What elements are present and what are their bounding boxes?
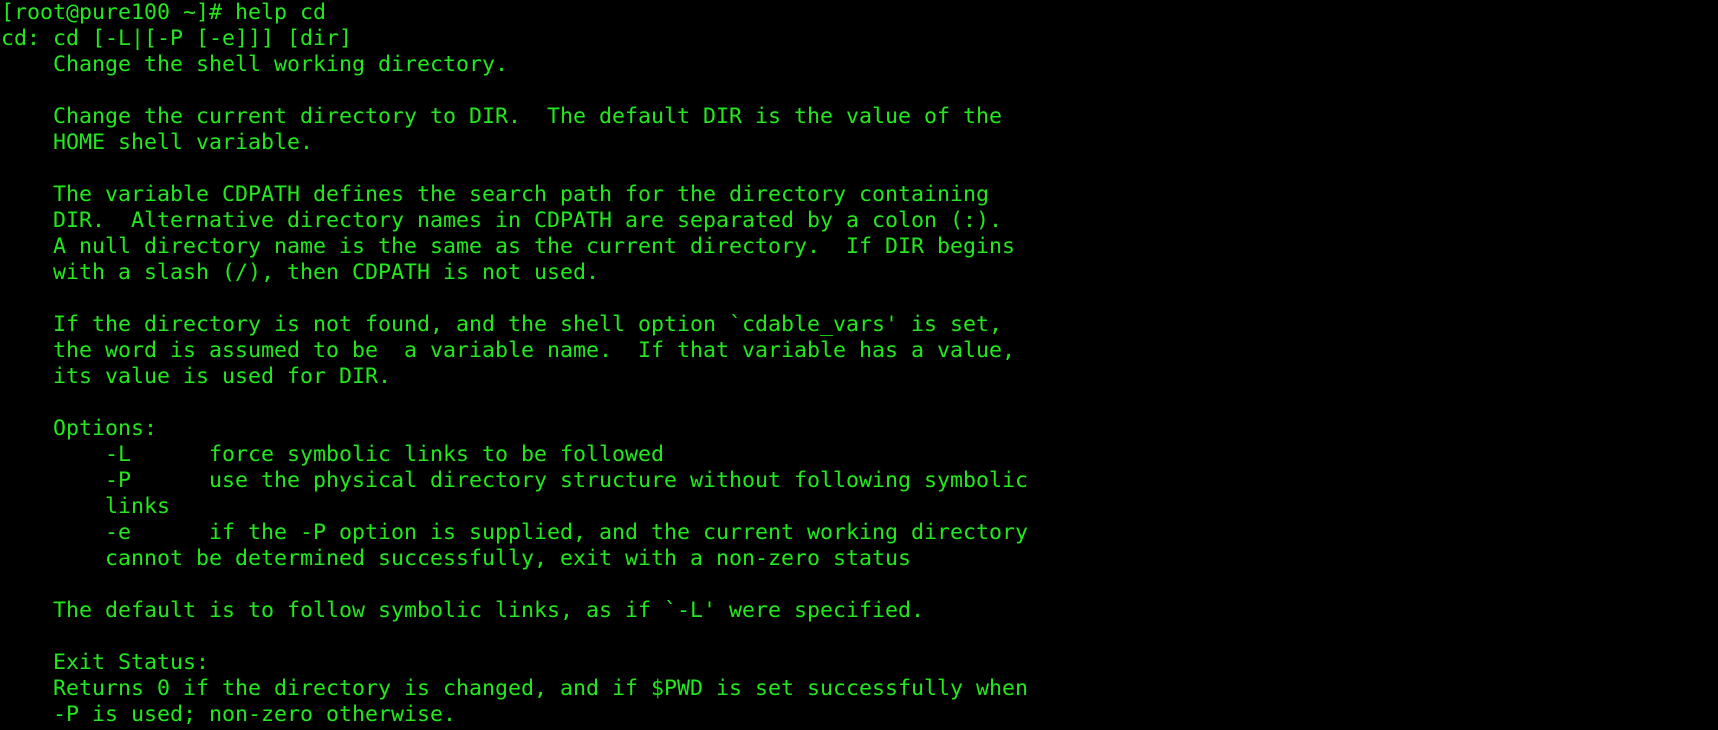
option-line: -L force symbolic links to be followed xyxy=(1,442,665,467)
option-line: links xyxy=(1,494,171,519)
help-text-line: Returns 0 if the directory is changed, a… xyxy=(1,676,1029,701)
option-line: -P use the physical directory structure … xyxy=(1,468,1029,493)
help-text-line: A null directory name is the same as the… xyxy=(1,234,1016,259)
terminal-window[interactable]: [root@pure100 ~]# help cd cd: cd [-L|[-P … xyxy=(0,0,1718,730)
help-text-line: HOME shell variable. xyxy=(1,130,314,155)
description-line: Change the shell working directory. xyxy=(1,52,509,77)
option-line: cannot be determined successfully, exit … xyxy=(1,546,912,571)
help-text-line: its value is used for DIR. xyxy=(1,364,392,389)
option-line: -e if the -P option is supplied, and the… xyxy=(1,520,1029,545)
usage-line: cd: cd [-L|[-P [-e]]] [dir] xyxy=(1,26,353,51)
help-text-line: The variable CDPATH defines the search p… xyxy=(1,182,990,207)
help-text-line: Change the current directory to DIR. The… xyxy=(1,104,1003,129)
help-text-line: DIR. Alternative directory names in CDPA… xyxy=(1,208,1003,233)
help-text-line: the word is assumed to be a variable nam… xyxy=(1,338,1016,363)
exit-status-heading: Exit Status: xyxy=(1,650,210,675)
help-text-line: with a slash (/), then CDPATH is not use… xyxy=(1,260,600,285)
help-text-line: If the directory is not found, and the s… xyxy=(1,312,1003,337)
terminal-output[interactable]: [root@pure100 ~]# help cd cd: cd [-L|[-P … xyxy=(0,0,1718,728)
help-text-line: The default is to follow symbolic links,… xyxy=(1,598,925,623)
options-heading: Options: xyxy=(1,416,158,441)
shell-prompt-command: [root@pure100 ~]# help cd xyxy=(1,0,327,25)
help-text-line: -P is used; non-zero otherwise. xyxy=(1,702,457,727)
